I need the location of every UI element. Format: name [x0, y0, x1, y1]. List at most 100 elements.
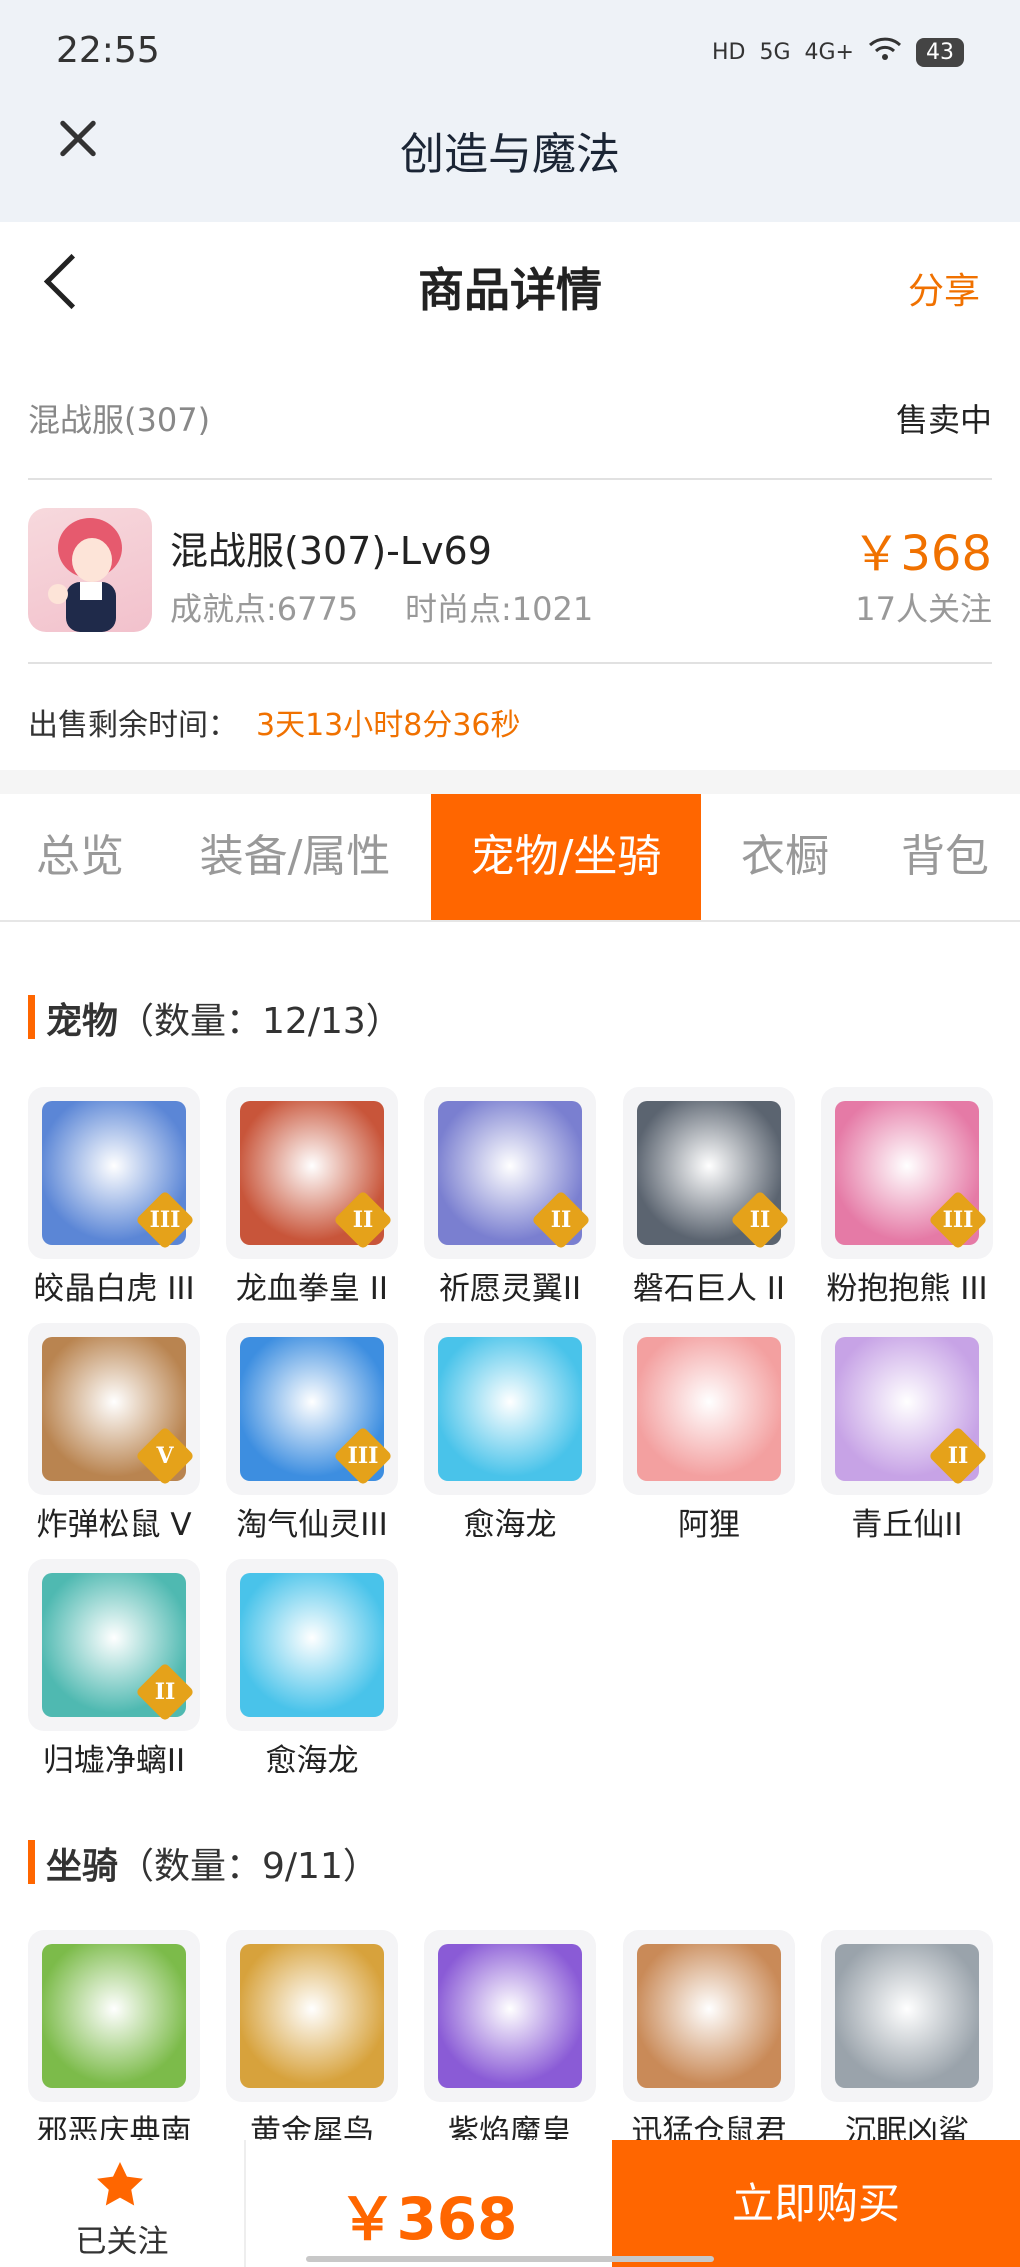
pet-item[interactable]: 愈海龙	[226, 1559, 398, 1780]
pet-item[interactable]: 愈海龙	[424, 1323, 596, 1544]
mount-card	[424, 1930, 596, 2102]
pet-name: 皎晶白虎 III	[33, 1271, 195, 1307]
mount-card	[226, 1930, 398, 2102]
bottom-price: ￥368	[338, 2185, 518, 2253]
pet-image	[637, 1337, 781, 1481]
pet-card	[623, 1323, 795, 1495]
mount-item[interactable]: 紫焰魔皇	[424, 1930, 596, 2151]
tier-badge: II	[928, 1426, 988, 1486]
remaining-time-label: 出售剩余时间：	[28, 708, 238, 743]
buy-now-button[interactable]: 立即购买	[612, 2140, 1020, 2267]
pet-card: II	[226, 1087, 398, 1259]
mount-item[interactable]: 迅猛仓鼠君	[623, 1930, 795, 2151]
page-title: 商品详情	[418, 263, 602, 317]
tab-equipment[interactable]: 装备/属性	[175, 794, 415, 920]
mount-card	[821, 1930, 993, 2102]
pets-section-title: 宠物（数量：12/13）	[46, 992, 402, 1044]
tab-overview[interactable]: 总览	[0, 794, 160, 920]
section-accent-bar	[28, 1840, 35, 1884]
server-label: 混战服(307)	[28, 401, 211, 439]
divider	[28, 478, 992, 480]
pet-item[interactable]: III 淘气仙灵III	[226, 1323, 398, 1544]
pets-title: 宠物	[46, 1001, 119, 1042]
mount-image	[42, 1944, 186, 2088]
follow-label: 已关注	[75, 2224, 169, 2260]
pet-card: III	[226, 1323, 398, 1495]
battery-icon: 43	[916, 37, 964, 67]
share-button[interactable]: 分享	[908, 262, 980, 314]
tier-badge: II	[135, 1662, 195, 1722]
pet-card: III	[821, 1087, 993, 1259]
app-title: 创造与魔法	[400, 129, 620, 180]
tier-badge: II	[730, 1190, 790, 1250]
sale-status: 售卖中	[895, 401, 992, 439]
pet-name: 阿狸	[678, 1507, 740, 1543]
pet-card: V	[28, 1323, 200, 1495]
hd-icon: HD	[711, 39, 746, 65]
pet-item[interactable]: III 粉抱抱熊 III	[821, 1087, 993, 1308]
listing-price: ￥368	[852, 526, 992, 582]
tier-badge-label: III	[942, 1207, 974, 1233]
pet-name: 愈海龙	[265, 1743, 359, 1779]
pet-name: 磐石巨人 II	[632, 1271, 786, 1307]
mount-item[interactable]: 黄金犀鸟	[226, 1930, 398, 2151]
pet-image	[438, 1337, 582, 1481]
home-indicator	[306, 2256, 714, 2262]
tier-badge: III	[928, 1190, 988, 1250]
pet-card: II	[623, 1087, 795, 1259]
mount-image	[835, 1944, 979, 2088]
pet-image	[240, 1573, 384, 1717]
pet-item[interactable]: II 龙血拳皇 II	[226, 1087, 398, 1308]
pet-card	[424, 1323, 596, 1495]
follower-count: 17人关注	[855, 590, 992, 628]
pet-item[interactable]: 阿狸	[623, 1323, 795, 1544]
pet-card	[226, 1559, 398, 1731]
mount-item[interactable]: 沉眠凶鲨	[821, 1930, 993, 2151]
pet-name: 粉抱抱熊 III	[826, 1271, 988, 1307]
tab-bar: 总览 装备/属性 宠物/坐骑 衣橱 背包	[0, 794, 1020, 922]
section-spacer	[0, 770, 1020, 794]
remaining-time-value: 3天13小时8分36秒	[256, 708, 521, 743]
pet-card: II	[424, 1087, 596, 1259]
tier-badge: V	[135, 1426, 195, 1486]
pet-item[interactable]: II 归墟净螭II	[28, 1559, 200, 1780]
tab-pets-mounts[interactable]: 宠物/坐骑	[431, 794, 701, 920]
pet-name: 愈海龙	[463, 1507, 557, 1543]
tier-badge-label: II	[947, 1443, 969, 1469]
follow-button[interactable]: 已关注	[0, 2140, 246, 2267]
tier-badge: II	[333, 1190, 393, 1250]
avatar	[28, 508, 152, 632]
pet-name: 祈愿灵翼II	[438, 1271, 582, 1307]
account-name: 混战服(307)-Lv69	[170, 529, 492, 573]
tier-badge: III	[135, 1190, 195, 1250]
pet-name: 龙血拳皇 II	[235, 1271, 389, 1307]
tier-badge-label: II	[550, 1207, 572, 1233]
pets-count: （数量：12/13）	[118, 1001, 402, 1042]
tier-badge: II	[531, 1190, 591, 1250]
pet-name: 归墟净螭II	[42, 1743, 186, 1779]
pet-name: 炸弹松鼠 V	[36, 1507, 192, 1543]
pet-card: III	[28, 1087, 200, 1259]
mount-item[interactable]: 邪恶庆典南	[28, 1930, 200, 2151]
pet-card: II	[821, 1323, 993, 1495]
pet-card: II	[28, 1559, 200, 1731]
pet-item[interactable]: II 青丘仙II	[821, 1323, 993, 1544]
mount-image	[240, 1944, 384, 2088]
5g-signal-icon: 5G	[759, 39, 791, 65]
tab-wardrobe[interactable]: 衣橱	[710, 794, 860, 920]
mounts-section-title: 坐骑（数量：9/11）	[46, 1837, 379, 1889]
tier-badge-label: III	[347, 1443, 379, 1469]
tier-badge-label: II	[352, 1207, 374, 1233]
mount-card	[28, 1930, 200, 2102]
mount-image	[438, 1944, 582, 2088]
mount-image	[637, 1944, 781, 2088]
mounts-count: （数量：9/11）	[118, 1846, 379, 1887]
tab-backpack[interactable]: 背包	[870, 794, 1020, 920]
mounts-title: 坐骑	[46, 1846, 119, 1887]
pet-item[interactable]: III 皎晶白虎 III	[28, 1087, 200, 1308]
pet-item[interactable]: II 祈愿灵翼II	[424, 1087, 596, 1308]
status-icons: HD 5G 4G+ 43	[712, 36, 964, 68]
pet-name: 淘气仙灵III	[236, 1507, 388, 1543]
pet-item[interactable]: V 炸弹松鼠 V	[28, 1323, 200, 1544]
pet-item[interactable]: II 磐石巨人 II	[623, 1087, 795, 1308]
